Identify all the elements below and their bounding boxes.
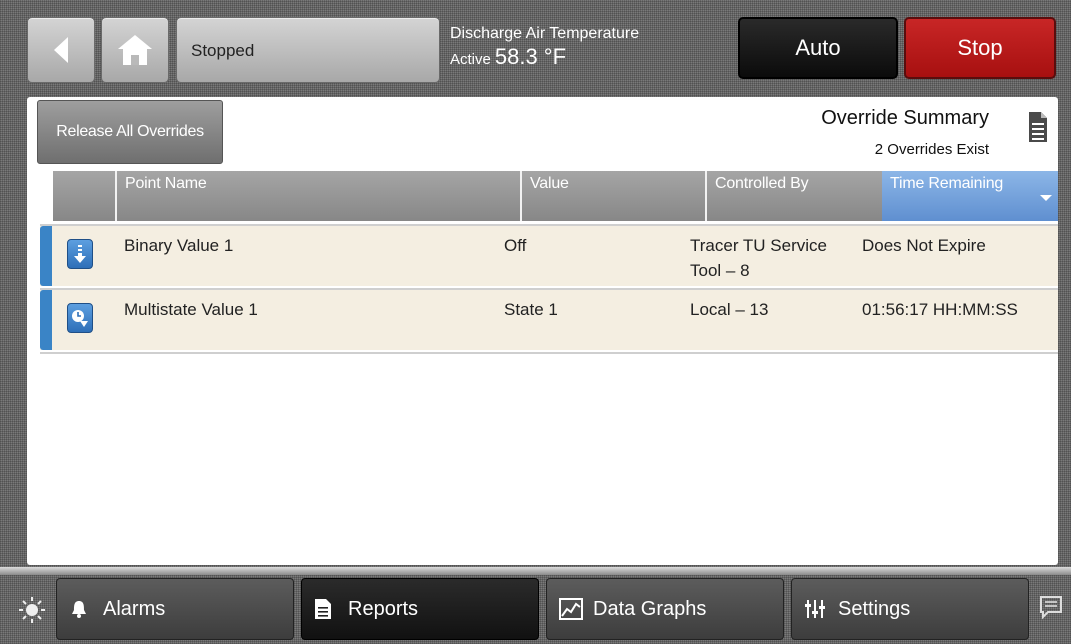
timed-override-icon bbox=[67, 303, 93, 333]
override-count: 2 Overrides Exist bbox=[874, 141, 989, 158]
nav-tab-label: Alarms bbox=[103, 598, 166, 620]
nav-tab-label: Settings bbox=[838, 598, 911, 620]
page-title: Override Summary bbox=[821, 107, 989, 129]
column-header-controlled-by[interactable]: Controlled By bbox=[707, 171, 880, 221]
column-header-time-remaining[interactable]: Time Remaining bbox=[882, 171, 1058, 221]
nav-separator bbox=[0, 567, 1071, 575]
unit-status-button[interactable]: Stopped bbox=[176, 17, 440, 83]
nav-tab-label: Data Graphs bbox=[593, 598, 707, 620]
nav-tab-alarms[interactable]: Alarms bbox=[56, 578, 294, 640]
report-document-icon[interactable] bbox=[1028, 111, 1048, 143]
discharge-air-temperature-title: Discharge Air Temperature bbox=[450, 25, 640, 42]
discharge-air-temperature-reading: Active 58.3 °F bbox=[450, 44, 639, 70]
column-header-point-name[interactable]: Point Name bbox=[117, 171, 520, 221]
point-name: Binary Value 1 bbox=[124, 236, 234, 255]
table-header: Point Name Value Controlled By Time Rema… bbox=[53, 171, 1058, 221]
column-header-time-remaining-label: Time Remaining bbox=[890, 175, 1004, 192]
stop-button[interactable]: Stop bbox=[904, 17, 1056, 79]
column-header-value[interactable]: Value bbox=[522, 171, 705, 221]
controlled-by: Tracer TU Service Tool – 8 bbox=[690, 233, 827, 283]
time-remaining: 01:56:17 HH:MM:SS bbox=[862, 300, 1018, 319]
controlled-by-line1: Tracer TU Service bbox=[690, 236, 827, 255]
override-summary-panel: Release All Overrides Override Summary 2… bbox=[27, 97, 1058, 565]
controlled-by: Local – 13 bbox=[690, 297, 768, 322]
back-arrow-icon bbox=[54, 37, 68, 63]
release-all-overrides-button[interactable]: Release All Overrides bbox=[37, 100, 223, 164]
back-button[interactable] bbox=[27, 17, 95, 83]
point-name: Multistate Value 1 bbox=[124, 300, 258, 319]
nav-tab-settings[interactable]: Settings bbox=[791, 578, 1029, 640]
nav-tab-data-graphs[interactable]: Data Graphs bbox=[546, 578, 784, 640]
point-value: State 1 bbox=[504, 300, 558, 319]
bottom-navigation: Alarms Reports Data Graphs Settings bbox=[0, 567, 1071, 644]
override-down-icon bbox=[67, 239, 93, 269]
discharge-air-temperature: Discharge Air Temperature Active 58.3 °F bbox=[450, 24, 639, 70]
auto-button[interactable]: Auto bbox=[738, 17, 898, 79]
nav-tab-reports[interactable]: Reports bbox=[301, 578, 539, 640]
controlled-by-line1: Local – 13 bbox=[690, 300, 769, 319]
time-remaining: Does Not Expire bbox=[862, 236, 986, 255]
brightness-icon[interactable] bbox=[18, 596, 46, 624]
message-icon[interactable] bbox=[1038, 594, 1064, 620]
controlled-by-line2: Tool – 8 bbox=[690, 261, 750, 280]
row-selection-accent bbox=[40, 226, 52, 286]
document-icon bbox=[315, 599, 331, 619]
nav-tab-label: Reports bbox=[348, 598, 419, 620]
active-label: Active bbox=[450, 51, 491, 68]
home-icon bbox=[118, 35, 152, 65]
graph-icon bbox=[559, 598, 583, 620]
table-row[interactable]: Binary Value 1 Off Tracer TU Service Too… bbox=[40, 224, 1058, 286]
point-value: Off bbox=[504, 236, 527, 255]
row-divider bbox=[40, 352, 1058, 354]
discharge-air-temperature-value: 58.3 °F bbox=[494, 44, 567, 69]
sliders-icon bbox=[805, 600, 825, 618]
bell-icon bbox=[72, 601, 86, 618]
top-bar: Stopped Discharge Air Temperature Active… bbox=[0, 0, 1071, 92]
row-selection-accent bbox=[40, 290, 52, 350]
table-row[interactable]: Multistate Value 1 State 1 Local – 13 01… bbox=[40, 288, 1058, 350]
home-button[interactable] bbox=[101, 17, 169, 83]
unit-status-text: Stopped bbox=[191, 41, 255, 60]
sort-descending-icon bbox=[1040, 195, 1052, 201]
